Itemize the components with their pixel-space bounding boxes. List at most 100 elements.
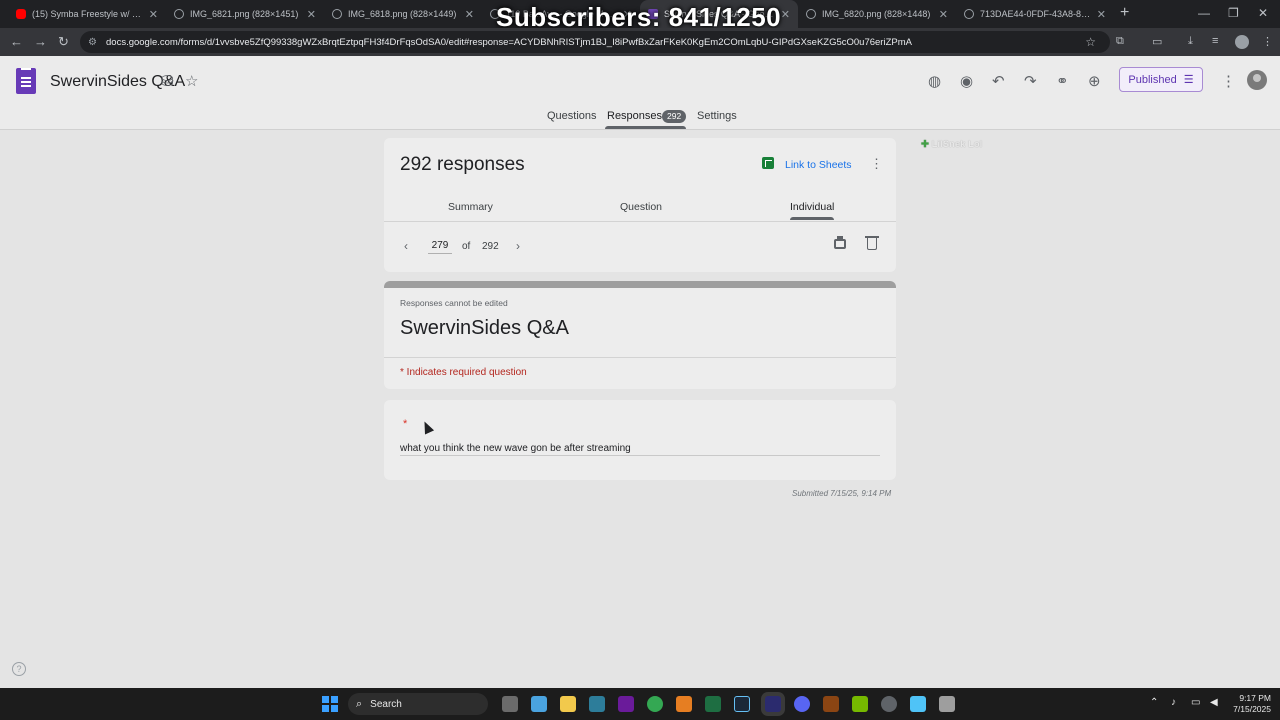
microphone-icon[interactable]: ♪ bbox=[1171, 697, 1176, 708]
redo-icon[interactable]: ↷ bbox=[1024, 72, 1037, 90]
google-forms-logo-icon[interactable] bbox=[16, 68, 36, 94]
question-card: * what you think the new wave gon be aft… bbox=[384, 400, 896, 480]
browser-tab-title: (15) Symba Freestyle w/ The L.A. Leakers bbox=[32, 9, 143, 19]
required-star: * bbox=[403, 418, 408, 430]
taskbar-search[interactable]: ⌕ Search bbox=[348, 693, 488, 715]
print-icon[interactable] bbox=[834, 236, 846, 249]
forms-icon bbox=[648, 9, 658, 19]
globe-icon bbox=[964, 9, 974, 19]
close-tab-icon[interactable]: ✕ bbox=[781, 8, 790, 21]
omnibox[interactable]: ⚙ docs.google.com/forms/d/1vvsbve5ZfQ993… bbox=[80, 31, 1110, 53]
browser-tab[interactable]: 713DAE44-0FDF-43A8-8521-9F ✕ bbox=[956, 0, 1114, 28]
subtab-question[interactable]: Question bbox=[620, 201, 662, 213]
close-tab-icon[interactable]: ✕ bbox=[939, 8, 948, 21]
reload-icon[interactable]: ↻ bbox=[58, 34, 69, 50]
tray-overflow-icon[interactable]: ⌃ bbox=[1150, 697, 1158, 708]
next-app-icon[interactable] bbox=[618, 696, 634, 712]
snipping-tool-icon[interactable] bbox=[939, 696, 955, 712]
store-icon[interactable] bbox=[589, 696, 605, 712]
steam-icon[interactable] bbox=[734, 696, 750, 712]
vlc-icon[interactable] bbox=[676, 696, 692, 712]
close-tab-icon[interactable]: ✕ bbox=[149, 8, 158, 21]
copilot-icon[interactable] bbox=[531, 696, 547, 712]
globe-icon bbox=[332, 9, 342, 19]
file-explorer-icon[interactable] bbox=[560, 696, 576, 712]
answer-underline bbox=[400, 455, 880, 456]
google-sheets-icon[interactable] bbox=[762, 157, 774, 169]
browser-tab[interactable]: IMG_6821.png (828×1451) ✕ bbox=[166, 0, 324, 28]
help-icon[interactable]: ? bbox=[12, 662, 26, 676]
forward-icon[interactable]: → bbox=[34, 34, 47, 49]
search-icon: ⌕ bbox=[356, 697, 363, 710]
close-tab-icon[interactable]: ✕ bbox=[623, 8, 632, 21]
delete-response-icon[interactable] bbox=[865, 236, 879, 250]
maps-icon bbox=[490, 9, 500, 19]
side-label: ✚ LilSnek Lol bbox=[921, 139, 982, 150]
browser-tab[interactable]: IMG_6820.png (828×1448) ✕ bbox=[798, 0, 956, 28]
bookmark-star-icon[interactable]: ☆ bbox=[1085, 35, 1096, 49]
back-icon[interactable]: ← bbox=[10, 34, 23, 49]
app-icon[interactable] bbox=[881, 696, 897, 712]
display-icon[interactable]: ▭ bbox=[1191, 697, 1200, 708]
minimize-icon[interactable]: — bbox=[1198, 6, 1210, 20]
move-to-folder-icon[interactable]: ⛁ bbox=[161, 72, 174, 90]
url-text[interactable]: docs.google.com/forms/d/1vvsbve5ZfQ99338… bbox=[106, 37, 1066, 48]
form-header-divider bbox=[384, 357, 896, 358]
maximize-icon[interactable]: ❐ bbox=[1228, 6, 1239, 20]
add-collaborator-icon[interactable]: ⊕ bbox=[1088, 72, 1101, 90]
star-icon[interactable]: ☆ bbox=[185, 72, 198, 90]
browser-tab[interactable]: IMG_6818.png (828×1449) ✕ bbox=[324, 0, 482, 28]
tab-responses[interactable]: Responses bbox=[604, 110, 687, 129]
browser-tab-title: 110 Ba...Ave - Google Maps bbox=[506, 9, 617, 19]
nvidia-icon[interactable] bbox=[852, 696, 868, 712]
link-to-sheets-button[interactable]: Link to Sheets bbox=[785, 159, 852, 171]
notepad-icon[interactable] bbox=[910, 696, 926, 712]
account-avatar[interactable] bbox=[1247, 70, 1267, 90]
responses-count-badge: 292 bbox=[662, 110, 687, 123]
media-icon[interactable]: ≡ bbox=[1212, 35, 1224, 47]
new-tab-button[interactable]: + bbox=[1120, 4, 1129, 22]
form-accent-bar bbox=[384, 281, 896, 288]
published-button[interactable]: Published ☰ bbox=[1119, 67, 1203, 92]
taskbar-clock[interactable]: 9:17 PM 7/15/2025 bbox=[1225, 693, 1271, 715]
browser-tab-title: IMG_6821.png (828×1451) bbox=[190, 9, 299, 19]
previous-response-icon[interactable]: ‹ bbox=[404, 239, 408, 253]
chrome-icon[interactable] bbox=[647, 696, 663, 712]
browser-profile-avatar[interactable] bbox=[1235, 35, 1249, 49]
publish-settings-icon: ☰ bbox=[1183, 74, 1194, 86]
volume-icon[interactable]: ◀ bbox=[1210, 697, 1218, 708]
copy-link-icon[interactable]: ⚭ bbox=[1056, 72, 1069, 90]
tab-settings[interactable]: Settings bbox=[697, 110, 737, 122]
preview-eye-icon[interactable]: ◉ bbox=[960, 72, 973, 90]
extensions-icon[interactable]: ⧉ bbox=[1116, 35, 1128, 47]
window-close-icon[interactable]: ✕ bbox=[1258, 6, 1268, 20]
cast-icon[interactable]: ▭ bbox=[1152, 35, 1164, 48]
winrar-icon[interactable] bbox=[823, 696, 839, 712]
obs-icon[interactable] bbox=[765, 696, 781, 712]
close-tab-icon[interactable]: ✕ bbox=[465, 8, 474, 21]
windows-start-icon[interactable] bbox=[322, 696, 338, 712]
subtab-summary[interactable]: Summary bbox=[448, 201, 493, 213]
task-view-icon[interactable] bbox=[502, 696, 518, 712]
site-info-icon[interactable]: ⚙ bbox=[88, 37, 98, 48]
globe-icon bbox=[806, 9, 816, 19]
browser-menu-icon[interactable]: ⋮ bbox=[1262, 35, 1274, 48]
customize-theme-icon[interactable]: ◍ bbox=[928, 72, 941, 90]
response-number-input[interactable] bbox=[428, 240, 452, 254]
close-tab-icon[interactable]: ✕ bbox=[307, 8, 316, 21]
discord-icon[interactable] bbox=[794, 696, 810, 712]
answer-text: what you think the new wave gon be after… bbox=[400, 443, 631, 454]
close-tab-icon[interactable]: ✕ bbox=[1097, 8, 1106, 21]
browser-tab[interactable]: (15) Symba Freestyle w/ The L.A. Leakers… bbox=[8, 0, 166, 28]
plus-icon: ✚ bbox=[921, 139, 932, 150]
more-options-icon[interactable]: ⋮ bbox=[1221, 72, 1236, 90]
subtab-individual[interactable]: Individual bbox=[790, 201, 835, 220]
browser-tab-active[interactable]: SwervinSides Q&A - Google Forms ✕ bbox=[640, 0, 798, 28]
download-icon[interactable]: ⤓ bbox=[1188, 35, 1200, 47]
browser-tab[interactable]: 110 Ba...Ave - Google Maps ✕ bbox=[482, 0, 640, 28]
undo-icon[interactable]: ↶ bbox=[992, 72, 1005, 90]
next-response-icon[interactable]: › bbox=[516, 239, 520, 253]
excel-icon[interactable] bbox=[705, 696, 721, 712]
tab-questions[interactable]: Questions bbox=[547, 110, 597, 122]
responses-more-icon[interactable]: ⋮ bbox=[870, 156, 883, 172]
